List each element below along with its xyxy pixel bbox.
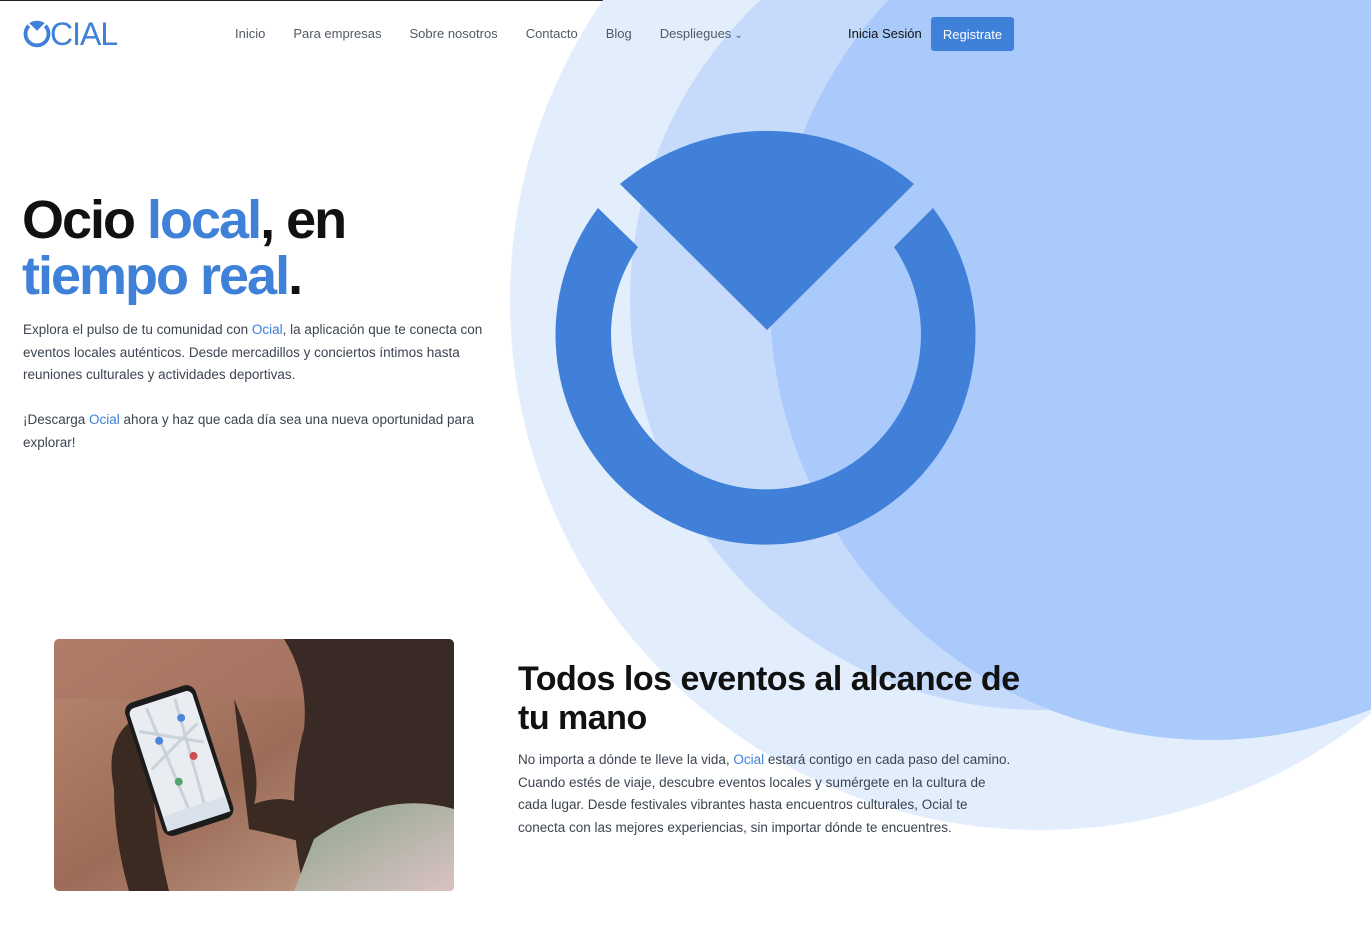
hero-desc-before: Explora el pulso de tu comunidad con bbox=[23, 322, 252, 337]
section-desc-before: No importa a dónde te lleve la vida, bbox=[518, 752, 734, 767]
hero-title: Ocio local, en tiempo real. bbox=[22, 190, 347, 306]
nav-link-sobre-nosotros[interactable]: Sobre nosotros bbox=[396, 24, 512, 46]
hero-desc-brand: Ocial bbox=[251, 322, 283, 337]
hero-description: Explora el pulso de tu comunidad con Oci… bbox=[23, 319, 493, 387]
phone-photo-illustration bbox=[54, 639, 454, 891]
hero-title-highlight-tiempo-real: tiempo real bbox=[22, 246, 290, 306]
hero-title-part2: , en bbox=[260, 190, 347, 250]
section-desc-brand: Ocial bbox=[733, 752, 765, 767]
hero-cta-before: ¡Descarga bbox=[23, 412, 90, 427]
login-link[interactable]: Inicia Sesión bbox=[848, 24, 922, 44]
hero-logo-graphic bbox=[555, 130, 976, 545]
chevron-down-icon: ⌄ bbox=[734, 30, 743, 41]
main-nav: Inicio Para empresas Sobre nosotros Cont… bbox=[221, 24, 757, 46]
hero-download-cta: ¡Descarga Ocial ahora y haz que cada día… bbox=[23, 409, 493, 454]
ocial-logo[interactable]: CIAL bbox=[21, 16, 118, 52]
hero-title-period: . bbox=[288, 246, 303, 306]
nav-link-inicio[interactable]: Inicio bbox=[221, 24, 279, 46]
section-title: Todos los eventos al alcance de tu mano bbox=[518, 660, 1020, 737]
top-navbar: CIAL Inicio Para empresas Sobre nosotros… bbox=[0, 0, 1371, 70]
hero-title-highlight-local: local bbox=[147, 190, 262, 250]
hero-title-part1: Ocio bbox=[22, 190, 148, 250]
person-using-phone-image bbox=[54, 639, 454, 891]
nav-dropdown-despliegues[interactable]: Despliegues ⌄ bbox=[646, 24, 757, 46]
hero-logo-wedge bbox=[620, 130, 914, 330]
nav-link-para-empresas[interactable]: Para empresas bbox=[279, 24, 395, 46]
nav-dropdown-label: Despliegues bbox=[659, 26, 732, 41]
section-description: No importa a dónde te lleve la vida, Oci… bbox=[518, 749, 1013, 839]
register-button[interactable]: Registrate bbox=[931, 17, 1014, 51]
ocial-logo-mark-icon bbox=[23, 20, 51, 48]
logo-wordmark: CIAL bbox=[50, 16, 118, 52]
nav-link-contacto[interactable]: Contacto bbox=[512, 24, 592, 46]
nav-link-blog[interactable]: Blog bbox=[592, 24, 646, 46]
hero-cta-brand: Ocial bbox=[89, 412, 120, 427]
